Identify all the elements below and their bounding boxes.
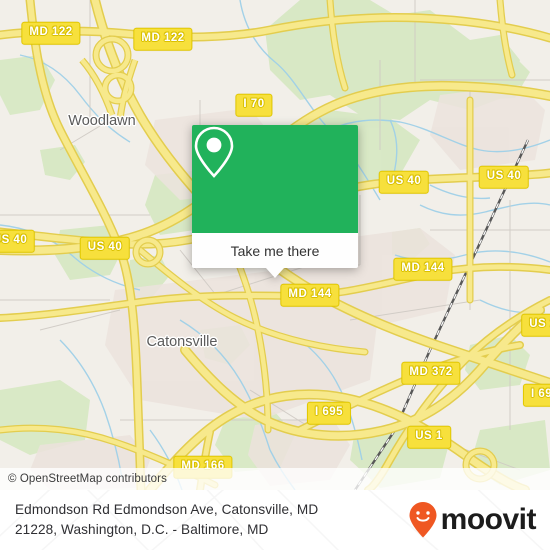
highway-shield-md372[interactable]: MD 372 bbox=[401, 361, 461, 385]
highway-shield-us40-east[interactable]: US 40 bbox=[378, 170, 430, 194]
highway-shield-md122-east[interactable]: MD 122 bbox=[133, 27, 193, 51]
take-me-there-label: Take me there bbox=[230, 242, 320, 259]
popup-pointer-tail bbox=[266, 268, 284, 278]
map-pin-icon bbox=[194, 126, 234, 178]
map-screenshot: Woodlawn Catonsville MD 122 MD 122 I 70 … bbox=[0, 0, 550, 550]
osm-attribution-text: © OpenStreetMap contributors bbox=[8, 473, 167, 485]
moovit-wordmark: moovit bbox=[440, 503, 537, 536]
highway-shield-i695-east[interactable]: I 695 bbox=[522, 383, 550, 407]
moovit-pin-icon bbox=[409, 502, 437, 538]
highway-shield-i70[interactable]: I 70 bbox=[235, 93, 273, 117]
highway-shield-i695-west[interactable]: I 695 bbox=[306, 401, 352, 425]
highway-shield-us40-west[interactable]: US 40 bbox=[79, 236, 131, 260]
highway-shield-us1-north[interactable]: US 1 bbox=[521, 313, 550, 337]
moovit-logo: moovit bbox=[408, 501, 537, 539]
map-canvas[interactable]: Woodlawn Catonsville MD 122 MD 122 I 70 … bbox=[0, 0, 550, 490]
address-line-1: Edmondson Rd Edmondson Ave, Catonsville,… bbox=[15, 502, 319, 517]
highway-shield-md144-east[interactable]: MD 144 bbox=[393, 257, 453, 281]
highway-shield-us40-far-east[interactable]: US 40 bbox=[478, 165, 530, 189]
popup-image-panel bbox=[192, 125, 358, 233]
highway-shield-md144-west[interactable]: MD 144 bbox=[280, 283, 340, 307]
location-address: Edmondson Rd Edmondson Ave, Catonsville,… bbox=[15, 500, 318, 540]
highway-shield-md122-west[interactable]: MD 122 bbox=[21, 21, 81, 45]
take-me-there-button[interactable]: Take me there bbox=[192, 233, 358, 268]
address-line-2: 21228, Washington, D.C. - Baltimore, MD bbox=[15, 522, 269, 537]
highway-shield-us40-far-west[interactable]: US 40 bbox=[0, 229, 36, 253]
highway-shield-us1-south[interactable]: US 1 bbox=[407, 425, 451, 449]
map-attribution: © OpenStreetMap contributors bbox=[0, 468, 550, 490]
footer-bar: Edmondson Rd Edmondson Ave, Catonsville,… bbox=[0, 490, 550, 550]
location-popup[interactable]: Take me there bbox=[192, 125, 358, 278]
